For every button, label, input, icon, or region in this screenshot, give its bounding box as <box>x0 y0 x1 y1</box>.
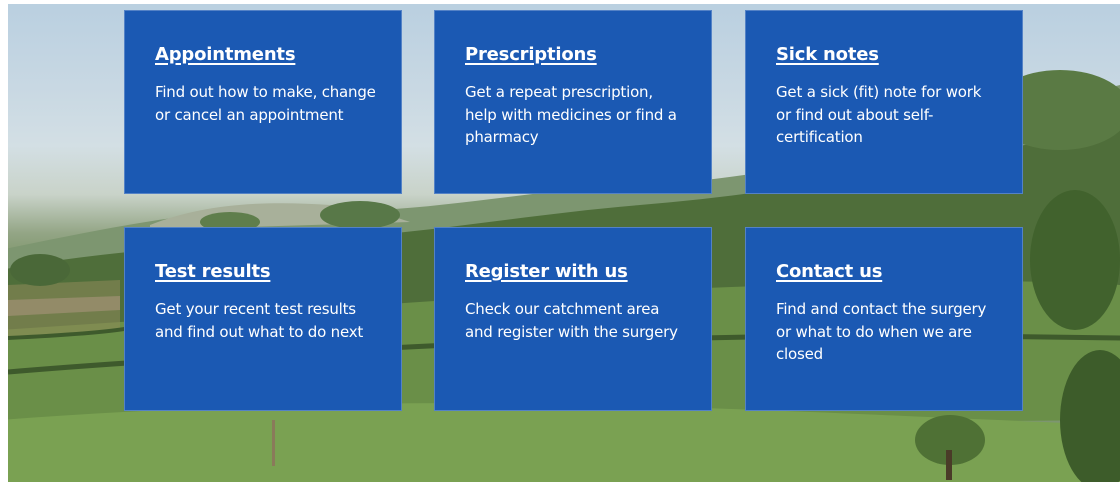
tile-prescriptions[interactable]: Prescriptions Get a repeat prescription,… <box>434 10 712 194</box>
contact-us-link[interactable]: Contact us <box>776 260 882 284</box>
register-with-us-link[interactable]: Register with us <box>465 260 628 284</box>
contact-us-description: Find and contact the surgery or what to … <box>776 300 987 363</box>
sick-notes-description: Get a sick (fit) note for work or find o… <box>776 83 982 146</box>
test-results-description: Get your recent test results and find ou… <box>155 300 364 341</box>
left-border <box>0 0 8 486</box>
prescriptions-link[interactable]: Prescriptions <box>465 43 597 67</box>
appointments-link[interactable]: Appointments <box>155 43 296 67</box>
tile-test-results[interactable]: Test results Get your recent test result… <box>124 227 402 411</box>
hero-banner: Appointments Find out how to make, chang… <box>0 0 1120 486</box>
sick-notes-link[interactable]: Sick notes <box>776 43 879 67</box>
test-results-link[interactable]: Test results <box>155 260 271 284</box>
tile-appointments[interactable]: Appointments Find out how to make, chang… <box>124 10 402 194</box>
appointments-description: Find out how to make, change or cancel a… <box>155 83 376 124</box>
tile-contact-us[interactable]: Contact us Find and contact the surgery … <box>745 227 1023 411</box>
bottom-border <box>0 482 1120 486</box>
tile-register-with-us[interactable]: Register with us Check our catchment are… <box>434 227 712 411</box>
prescriptions-description: Get a repeat prescription, help with med… <box>465 83 677 146</box>
register-with-us-description: Check our catchment area and register wi… <box>465 300 678 341</box>
tile-sick-notes[interactable]: Sick notes Get a sick (fit) note for wor… <box>745 10 1023 194</box>
top-border <box>0 0 1120 4</box>
